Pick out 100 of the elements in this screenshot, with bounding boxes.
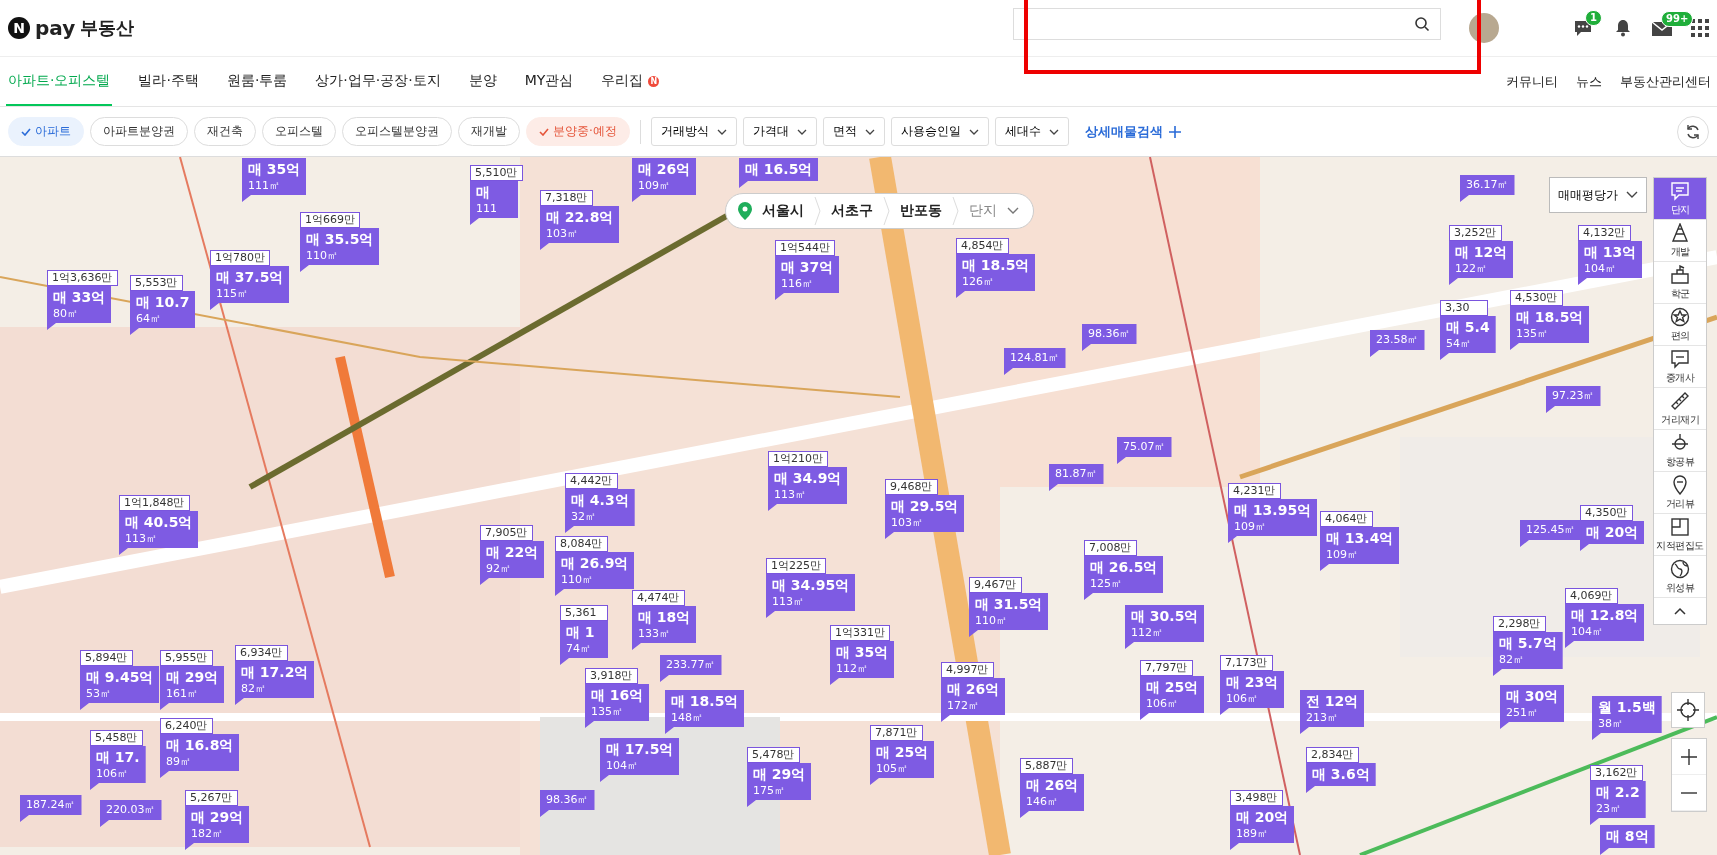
listing-price: 매 26억 [1026, 776, 1079, 795]
unit-price-label[interactable]: 3,918만 [585, 668, 638, 684]
unit-price-label[interactable]: 4,474만 [632, 590, 685, 606]
unit-price-label[interactable]: 4,064만 [1320, 511, 1373, 527]
listing-area: 110㎡ [306, 249, 374, 263]
unit-price-label[interactable]: 7,905만 [480, 525, 533, 541]
zoom-out-button[interactable] [1672, 775, 1706, 811]
unit-price-label[interactable]: 2,298만 [1493, 616, 1546, 632]
unit-price-label[interactable]: 5,478만 [747, 747, 800, 763]
unit-price-label[interactable]: 3,252만 [1449, 225, 1502, 241]
detail-search-link[interactable]: 상세매물검색 [1084, 122, 1181, 141]
logo-brand[interactable]: pay [35, 16, 76, 40]
nav-link[interactable]: 커뮤니티 [1506, 72, 1558, 91]
unit-price-label[interactable]: 4,442만 [565, 473, 618, 489]
breadcrumb-item[interactable]: 단지 [969, 202, 997, 220]
unit-price-label[interactable]: 4,132만 [1578, 225, 1631, 241]
filter-chip[interactable]: 재개발 [458, 117, 520, 146]
logo-badge[interactable]: N [8, 17, 30, 39]
listing-area: 80㎡ [53, 307, 106, 321]
unit-price-label[interactable]: 7,871만 [870, 725, 923, 741]
unit-price-label[interactable]: 9,468만 [885, 479, 938, 495]
unit-price-label[interactable]: 8,084만 [555, 536, 608, 552]
breadcrumb-item[interactable]: 서울시 [762, 202, 804, 220]
unit-price-label[interactable]: 6,934만 [235, 645, 288, 661]
unit-price-label[interactable]: 4,231만 [1228, 483, 1281, 499]
map-tool-button[interactable]: 편의 [1654, 304, 1706, 346]
listing-area: 113㎡ [125, 532, 193, 546]
unit-price-label[interactable]: 4,997만 [941, 662, 994, 678]
zoom-in-button[interactable] [1672, 739, 1706, 775]
listing-area: 125㎡ [1090, 577, 1158, 591]
filter-chip[interactable]: 오피스텔 [262, 117, 336, 146]
filter-chip[interactable]: 아파트 [8, 117, 84, 146]
filter-dropdown[interactable]: 거래방식 [650, 117, 737, 146]
unit-price-label[interactable]: 1억669만 [300, 212, 360, 228]
breadcrumb-item[interactable]: 반포동 [900, 202, 942, 220]
unit-price-label[interactable]: 1억1,848만 [119, 495, 190, 511]
unit-price-label[interactable]: 7,173만 [1220, 655, 1273, 671]
unit-price-label[interactable]: 1억210만 [768, 451, 828, 467]
nav-tab[interactable]: 상가·업무·공장·토지 [313, 57, 443, 106]
unit-price-label[interactable]: 7,797만 [1140, 660, 1193, 676]
unit-price-label[interactable]: 3,30 [1440, 300, 1488, 316]
unit-price-label[interactable]: 5,955만 [160, 650, 213, 666]
unit-price-label[interactable]: 4,530만 [1510, 290, 1563, 306]
nav-tab[interactable]: MY관심 [522, 57, 576, 106]
listing-price: 매 18.5억 [1516, 308, 1584, 327]
filter-chip[interactable]: 재건축 [194, 117, 256, 146]
apps-grid-icon[interactable] [1691, 19, 1709, 37]
refresh-button[interactable] [1677, 115, 1709, 148]
search-field[interactable] [1013, 8, 1441, 40]
unit-price-label[interactable]: 1억780만 [210, 250, 270, 266]
unit-price-label[interactable]: 2,834만 [1306, 747, 1359, 763]
unit-price-label[interactable]: 5,361 [560, 605, 608, 621]
chevron-down-icon[interactable] [1007, 207, 1019, 215]
filter-chip[interactable]: 오피스텔분양권 [342, 117, 452, 146]
filter-dropdown[interactable]: 가격대 [742, 117, 817, 146]
nav-tab[interactable]: 빌라·주택 [136, 57, 201, 106]
map-tool-button[interactable]: 학군 [1654, 262, 1706, 304]
filter-dropdown[interactable]: 면적 [822, 117, 885, 146]
search-icon[interactable] [1414, 16, 1430, 32]
unit-price-label[interactable]: 5,894만 [80, 650, 133, 666]
nav-tab[interactable]: 원룸·투룸 [224, 57, 290, 106]
unit-price-label[interactable]: 4,854만 [956, 238, 1009, 254]
listing-price: 매 35억 [248, 160, 301, 179]
unit-price-label[interactable]: 5,887만 [1020, 758, 1073, 774]
unit-price-label[interactable]: 1억544만 [775, 240, 835, 256]
chevron-down-icon [968, 128, 979, 135]
unit-price-label[interactable]: 4,069만 [1565, 588, 1618, 604]
nav-tab[interactable]: 우리집 [599, 57, 646, 106]
map-tool-button[interactable]: 단지 [1654, 178, 1706, 220]
location-pin-icon [738, 202, 752, 220]
unit-price-label[interactable]: 5,553만 [130, 275, 183, 291]
nav-tab[interactable]: 분양 [466, 57, 499, 106]
unit-price-label[interactable]: 1억225만 [766, 558, 826, 574]
nav-link[interactable]: 부동산관리센터 [1620, 72, 1711, 91]
unit-price-label[interactable]: 7,318만 [540, 190, 593, 206]
listing-price: 매 30억 [1506, 687, 1559, 706]
unit-price-label[interactable]: 4,350만 [1580, 505, 1633, 521]
filter-dropdown[interactable]: 세대수 [994, 117, 1069, 146]
map-tool-button[interactable]: 거리뷰 [1654, 472, 1706, 514]
plus-icon [1168, 125, 1181, 138]
unit-price-label[interactable]: 9,467만 [969, 577, 1022, 593]
filter-chip[interactable]: 아파트분양권 [90, 117, 188, 146]
listing-area: 36.17㎡ [1466, 178, 1509, 192]
unit-price-label[interactable]: 1억3,636만 [47, 270, 118, 286]
unit-price-label[interactable]: 5,458만 [90, 730, 143, 746]
nav-link[interactable]: 뉴스 [1576, 72, 1602, 91]
unit-price-label[interactable]: 6,240만 [160, 718, 213, 734]
unit-price-label[interactable]: 5,267만 [185, 790, 238, 806]
breadcrumb-item[interactable]: 서초구 [831, 202, 873, 220]
unit-price-label[interactable]: 3,162만 [1590, 765, 1643, 781]
map-tool-button[interactable]: 개발 [1654, 220, 1706, 262]
logo-title[interactable]: 부동산 [80, 16, 135, 40]
filter-dropdown[interactable]: 사용승인일 [890, 117, 989, 146]
price-mode-dropdown[interactable]: 매매평당가 [1549, 177, 1647, 213]
map-tool-button[interactable]: 위성뷰 [1654, 556, 1706, 598]
unit-price-label[interactable]: 1억331만 [830, 625, 890, 641]
unit-price-label[interactable]: 5,510만 [470, 165, 523, 181]
unit-price-label[interactable]: 3,498만 [1230, 790, 1283, 806]
unit-price-label[interactable]: 7,008만 [1084, 540, 1137, 556]
current-location-button[interactable] [1671, 692, 1705, 728]
